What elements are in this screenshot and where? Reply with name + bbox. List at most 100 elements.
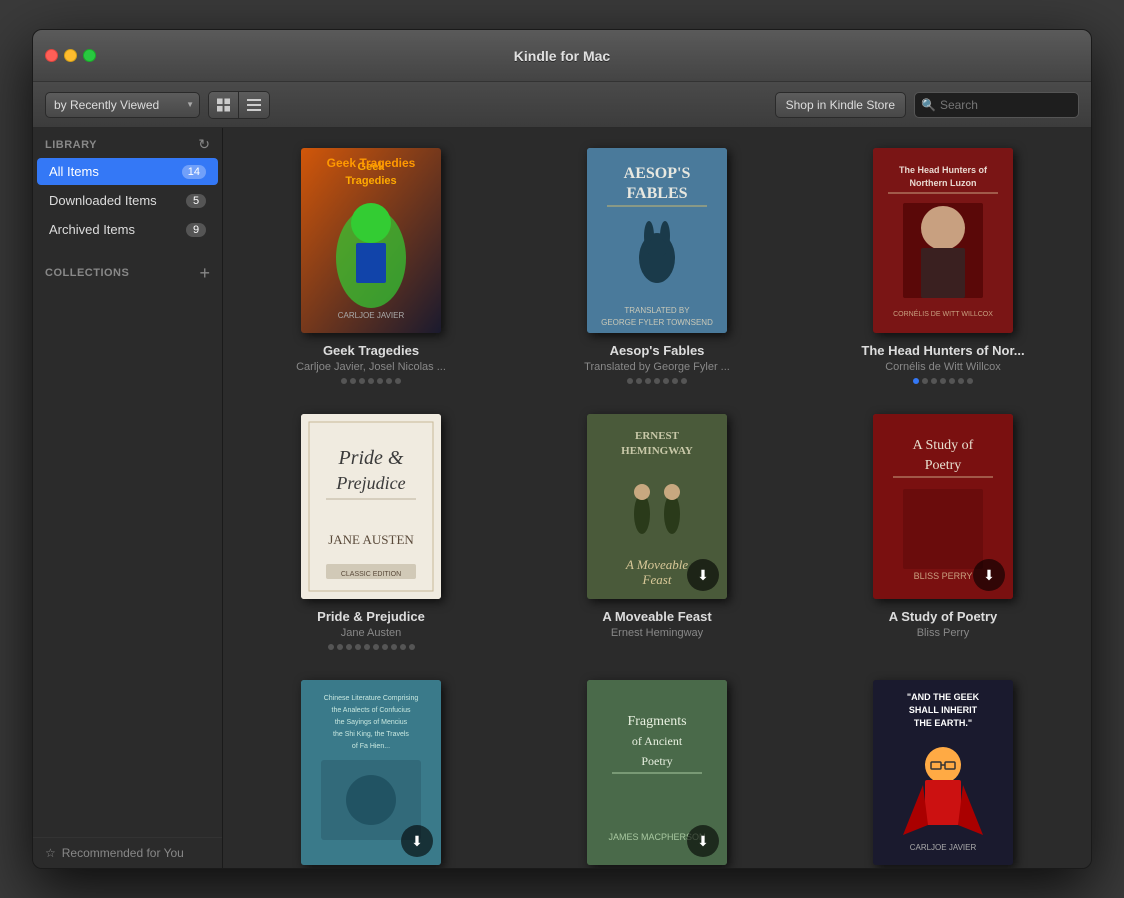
book-cover-pride-prejudice: Pride & Prejudice JANE AUSTEN CLASSIC ED… [301, 414, 441, 599]
dot [636, 378, 642, 384]
download-icon: ⬇ [973, 559, 1005, 591]
svg-text:A Moveable: A Moveable [625, 557, 688, 572]
svg-text:Poetry: Poetry [641, 754, 672, 768]
all-items-badge: 14 [182, 165, 206, 179]
svg-text:Fragments: Fragments [627, 714, 686, 729]
book-title: Aesop's Fables [610, 343, 705, 358]
book-author: Cornélis de Witt Willcox [885, 361, 1001, 373]
library-label: LIBRARY [45, 139, 97, 151]
titlebar: Kindle for Mac [33, 30, 1091, 82]
main-content: LIBRARY ↻ All Items 14 Downloaded Items … [33, 128, 1091, 868]
book-cover-wrapper: Chinese Literature Comprising the Analec… [301, 680, 441, 865]
svg-text:the Sayings of Mencius: the Sayings of Mencius [335, 719, 408, 726]
download-icon: ⬇ [401, 825, 433, 857]
dot [645, 378, 651, 384]
book-author: Ernest Hemingway [611, 627, 703, 639]
book-author: Jane Austen [341, 627, 402, 639]
svg-text:BLISS PERRY: BLISS PERRY [914, 571, 973, 581]
book-item-chinese-lit[interactable]: Chinese Literature Comprising the Analec… [243, 680, 499, 868]
library-section-header: LIBRARY ↻ [33, 128, 222, 157]
dot [681, 378, 687, 384]
svg-text:Northern Luzon: Northern Luzon [910, 178, 977, 188]
book-dots [913, 378, 973, 384]
svg-text:Chinese Literature Comprising: Chinese Literature Comprising [324, 695, 419, 702]
book-dots [328, 644, 415, 650]
svg-text:Feast: Feast [642, 572, 672, 587]
book-item-fragments[interactable]: Fragments of Ancient Poetry JAMES MACPHE… [529, 680, 785, 868]
svg-text:JANE AUSTEN: JANE AUSTEN [328, 532, 414, 547]
book-title: Pride & Prejudice [317, 609, 425, 624]
book-title: Geek Tragedies [323, 343, 419, 358]
book-item-pride-prejudice[interactable]: Pride & Prejudice JANE AUSTEN CLASSIC ED… [243, 414, 499, 650]
dot [377, 378, 383, 384]
book-cover-head-hunters: The Head Hunters of Northern Luzon CORNÉ… [873, 148, 1013, 333]
book-cover-wrapper: Fragments of Ancient Poetry JAMES MACPHE… [587, 680, 727, 865]
book-item-aesops-fables[interactable]: AESOP'S FABLES TRANSLATED BY GEORGE FYLE… [529, 148, 785, 384]
book-dots [341, 378, 401, 384]
book-cover-wrapper: Pride & Prejudice JANE AUSTEN CLASSIC ED… [301, 414, 441, 599]
svg-text:of Ancient: of Ancient [632, 734, 683, 748]
svg-text:CORNÉLIS DE WITT WILLCOX: CORNÉLIS DE WITT WILLCOX [893, 309, 993, 318]
view-toggle [208, 91, 270, 119]
svg-text:"AND THE GEEK: "AND THE GEEK [907, 692, 980, 702]
all-items-label: All Items [49, 164, 182, 179]
book-title: A Moveable Feast [602, 609, 711, 624]
minimize-button[interactable] [64, 49, 77, 62]
maximize-button[interactable] [83, 49, 96, 62]
book-author: Translated by George Fyler ... [584, 361, 730, 373]
book-item-geek-inherit[interactable]: "AND THE GEEK SHALL INHERIT THE EARTH." [815, 680, 1071, 868]
dot [931, 378, 937, 384]
book-item-geek-tragedies[interactable]: Geek Tragedies CARLJOE JAVIER Geek Trage… [243, 148, 499, 384]
sort-dropdown[interactable]: by Recently Viewed [45, 92, 200, 118]
book-author: Carljoe Javier, Josel Nicolas ... [296, 361, 446, 373]
sidebar-item-all-items[interactable]: All Items 14 [37, 158, 218, 185]
svg-text:A Study of: A Study of [913, 438, 974, 453]
dot [958, 378, 964, 384]
dot [328, 644, 334, 650]
dot [391, 644, 397, 650]
dot [341, 378, 347, 384]
collections-label: COLLECTIONS [45, 267, 129, 279]
collections-header: COLLECTIONS + [33, 252, 222, 286]
dot-active [913, 378, 919, 384]
svg-text:Tragedies: Tragedies [345, 175, 396, 187]
svg-text:THE EARTH.": THE EARTH." [914, 718, 972, 728]
content-area[interactable]: Geek Tragedies CARLJOE JAVIER Geek Trage… [223, 128, 1091, 868]
dot [355, 644, 361, 650]
svg-text:TRANSLATED BY: TRANSLATED BY [624, 306, 690, 315]
list-view-button[interactable] [239, 92, 269, 118]
main-window: Kindle for Mac by Recently Viewed Shop i… [32, 29, 1092, 869]
archived-items-badge: 9 [186, 223, 206, 237]
dot [627, 378, 633, 384]
dot [400, 644, 406, 650]
svg-text:SHALL INHERIT: SHALL INHERIT [909, 705, 978, 715]
book-item-head-hunters[interactable]: The Head Hunters of Northern Luzon CORNÉ… [815, 148, 1071, 384]
shop-kindle-store-button[interactable]: Shop in Kindle Store [775, 92, 906, 118]
grid-view-button[interactable] [209, 92, 239, 118]
add-collection-button[interactable]: + [199, 264, 210, 282]
book-cover-wrapper: "AND THE GEEK SHALL INHERIT THE EARTH." [873, 680, 1013, 865]
sidebar-item-archived-items[interactable]: Archived Items 9 [37, 216, 218, 243]
svg-text:Prejudice: Prejudice [335, 473, 405, 493]
recommended-for-you[interactable]: ☆ Recommended for You [33, 837, 222, 868]
window-title: Kindle for Mac [514, 48, 610, 64]
dot [337, 644, 343, 650]
book-item-moveable-feast[interactable]: ERNEST HEMINGWAY A Moveable Feast [529, 414, 785, 650]
svg-text:ERNEST: ERNEST [635, 430, 680, 442]
book-grid: Geek Tragedies CARLJOE JAVIER Geek Trage… [243, 148, 1071, 868]
book-cover-geek-inherit: "AND THE GEEK SHALL INHERIT THE EARTH." [873, 680, 1013, 865]
sidebar-item-downloaded-items[interactable]: Downloaded Items 5 [37, 187, 218, 214]
book-cover-wrapper: Geek Tragedies CARLJOE JAVIER [301, 148, 441, 333]
dot [350, 378, 356, 384]
refresh-icon[interactable]: ↻ [198, 136, 210, 153]
close-button[interactable] [45, 49, 58, 62]
svg-text:Poetry: Poetry [925, 458, 962, 473]
svg-text:of Fa Hien...: of Fa Hien... [352, 743, 390, 750]
sidebar: LIBRARY ↻ All Items 14 Downloaded Items … [33, 128, 223, 868]
book-cover-wrapper: ERNEST HEMINGWAY A Moveable Feast [587, 414, 727, 599]
dot [382, 644, 388, 650]
book-cover-wrapper: AESOP'S FABLES TRANSLATED BY GEORGE FYLE… [587, 148, 727, 333]
search-input[interactable] [940, 98, 1072, 112]
book-item-study-poetry[interactable]: A Study of Poetry BLISS PERRY ⬇ A Study … [815, 414, 1071, 650]
book-author: Bliss Perry [917, 627, 970, 639]
